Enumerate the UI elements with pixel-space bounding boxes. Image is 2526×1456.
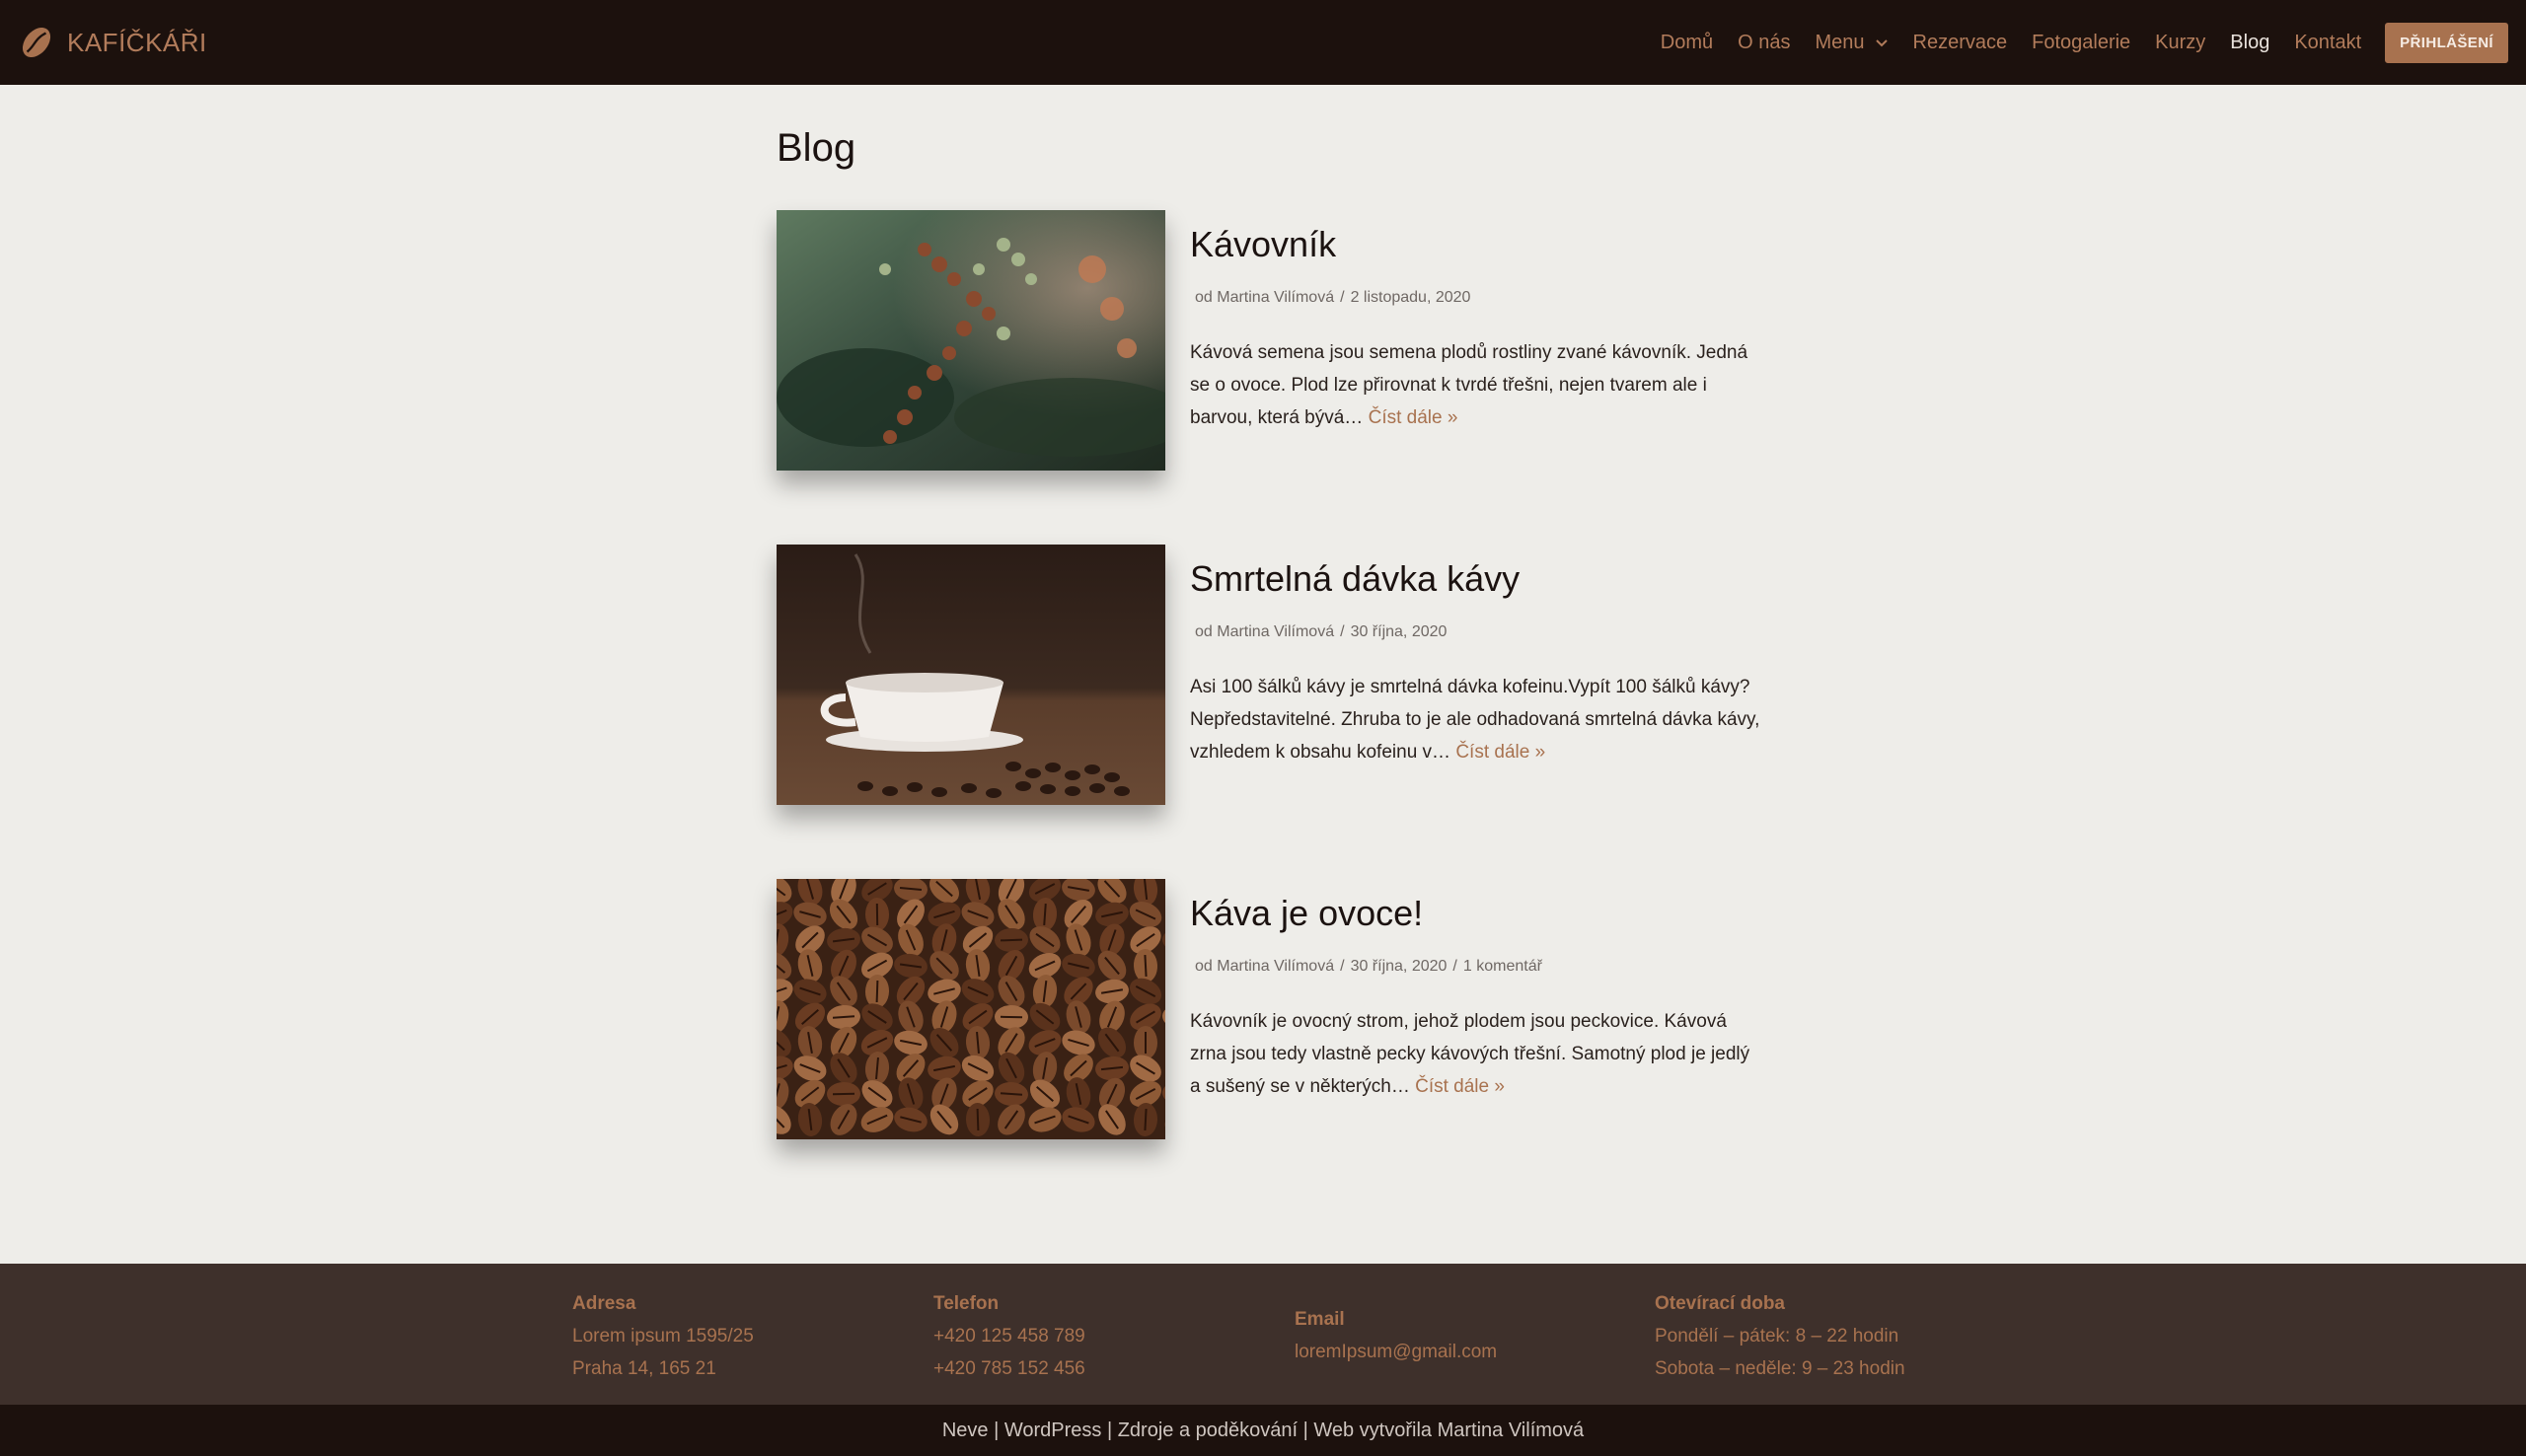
read-more-link[interactable]: Číst dále »: [1369, 407, 1458, 428]
footer-hours-title: Otevírací doba: [1655, 1293, 1785, 1314]
site-header: KAFÍČKÁŘI Domů O nás Menu Rezervace Foto…: [0, 0, 2526, 85]
footer-credits: Neve | WordPress | Zdroje a poděkování |…: [0, 1405, 2526, 1456]
footer-phone-title: Telefon: [933, 1293, 1000, 1314]
main-nav: Domů O nás Menu Rezervace Fotogalerie Ku…: [1636, 22, 2508, 63]
footer-phone: Telefon +420 125 458 789 +420 785 152 45…: [933, 1287, 1085, 1385]
footer-address-line: Praha 14, 165 21: [572, 1358, 716, 1379]
coffee-beans-image: [777, 879, 1165, 1139]
footer-separator: |: [1101, 1419, 1118, 1441]
post-excerpt: Kávovník je ovocný strom, jehož plodem j…: [1190, 1005, 1762, 1103]
post-thumbnail-coffee-cup[interactable]: [777, 545, 1165, 805]
post-excerpt: Asi 100 šálků kávy je smrtelná dávka kof…: [1190, 671, 1762, 768]
post-date: 30 října, 2020: [1350, 623, 1448, 640]
footer-phone-line[interactable]: +420 785 152 456: [933, 1352, 1085, 1385]
footer-info: Adresa Lorem ipsum 1595/25 Praha 14, 165…: [0, 1264, 2526, 1405]
post-author[interactable]: od Martina Vilímová: [1195, 958, 1334, 975]
nav-item-blog[interactable]: Blog: [2230, 32, 2269, 54]
footer-separator: |: [1298, 1419, 1314, 1441]
nav-item-kontakt[interactable]: Kontakt: [2294, 32, 2361, 54]
nav-item-fotogalerie[interactable]: Fotogalerie: [2032, 32, 2130, 54]
footer-hours-line: Sobota – neděle: 9 – 23 hodin: [1655, 1358, 1905, 1379]
read-more-link[interactable]: Číst dále »: [1415, 1076, 1505, 1097]
footer-separator: |: [988, 1419, 1004, 1441]
post-title[interactable]: Káva je ovoce!: [1190, 893, 1762, 934]
post-excerpt-text: Kávová semena jsou semena plodů rostliny…: [1190, 342, 1748, 428]
post-meta: od Martina Vilímová/30 října, 2020: [1195, 623, 1448, 640]
brand[interactable]: KAFÍČKÁŘI: [18, 24, 207, 61]
wordpress-link[interactable]: WordPress: [1004, 1420, 1102, 1442]
footer-phone-line[interactable]: +420 125 458 789: [933, 1320, 1085, 1352]
footer-hours: Otevírací doba Pondělí – pátek: 8 – 22 h…: [1655, 1287, 1905, 1385]
coffee-bean-icon: [22, 27, 51, 58]
post-comments[interactable]: 1 komentář: [1463, 958, 1542, 975]
post-date: 30 října, 2020: [1350, 958, 1448, 975]
footer-email: Email loremIpsum@gmail.com: [1295, 1303, 1497, 1368]
blog-post: Kávovník od Martina Vilímová/2 listopadu…: [777, 210, 1763, 471]
footer-email-title: Email: [1295, 1309, 1345, 1330]
nav-item-menu[interactable]: Menu: [1815, 32, 1888, 54]
footer-address-title: Adresa: [572, 1293, 636, 1314]
post-author[interactable]: od Martina Vilímová: [1195, 623, 1334, 640]
post-author[interactable]: od Martina Vilímová: [1195, 289, 1334, 306]
nav-item-menu-label: Menu: [1815, 31, 1865, 53]
footer-email-link[interactable]: loremIpsum@gmail.com: [1295, 1336, 1497, 1368]
credits-link[interactable]: Zdroje a poděkování: [1118, 1420, 1298, 1442]
post-date: 2 listopadu, 2020: [1350, 289, 1471, 306]
post-title[interactable]: Kávovník: [1190, 224, 1762, 265]
neve-link[interactable]: Neve: [942, 1420, 989, 1442]
footer-author: Web vytvořila Martina Vilímová: [1313, 1419, 1585, 1441]
nav-item-o-nas[interactable]: O nás: [1738, 32, 1790, 54]
post-body: Káva je ovoce! od Martina Vilímová/30 ří…: [1190, 893, 1762, 1103]
post-body: Smrtelná dávka kávy od Martina Vilímová /…: [1190, 558, 1762, 768]
chevron-down-icon[interactable]: [1875, 36, 1889, 49]
post-body: Kávovník od Martina Vilímová/2 listopadu…: [1190, 224, 1762, 434]
coffee-plant-image: [777, 210, 1165, 471]
post-meta: od Martina Vilímová/30 října, 2020/1 kom…: [1195, 958, 1542, 975]
read-more-link[interactable]: Číst dále »: [1455, 742, 1545, 763]
page-title: Blog: [777, 126, 856, 170]
nav-item-rezervace[interactable]: Rezervace: [1913, 32, 2008, 54]
nav-item-domu[interactable]: Domů: [1661, 32, 1713, 54]
post-excerpt: Kávová semena jsou semena plodů rostliny…: [1190, 336, 1762, 434]
footer-address-line: Lorem ipsum 1595/25: [572, 1326, 754, 1347]
post-meta: od Martina Vilímová/2 listopadu, 2020: [1195, 289, 1471, 306]
post-thumbnail-coffee-beans[interactable]: [777, 879, 1165, 1139]
post-thumbnail-coffee-plant[interactable]: [777, 210, 1165, 471]
footer-address: Adresa Lorem ipsum 1595/25 Praha 14, 165…: [572, 1287, 754, 1385]
post-title[interactable]: Smrtelná dávka kávy: [1190, 558, 1762, 600]
login-button[interactable]: PŘIHLÁŠENÍ: [2385, 22, 2508, 63]
brand-name: KAFÍČKÁŘI: [67, 27, 207, 57]
blog-post: Smrtelná dávka kávy od Martina Vilímová /…: [777, 545, 1763, 805]
blog-post: Káva je ovoce! od Martina Vilímová/30 ří…: [777, 879, 1763, 1139]
coffee-cup-image: [777, 545, 1165, 805]
nav-item-kurzy[interactable]: Kurzy: [2155, 32, 2205, 54]
footer-hours-line: Pondělí – pátek: 8 – 22 hodin: [1655, 1326, 1899, 1347]
